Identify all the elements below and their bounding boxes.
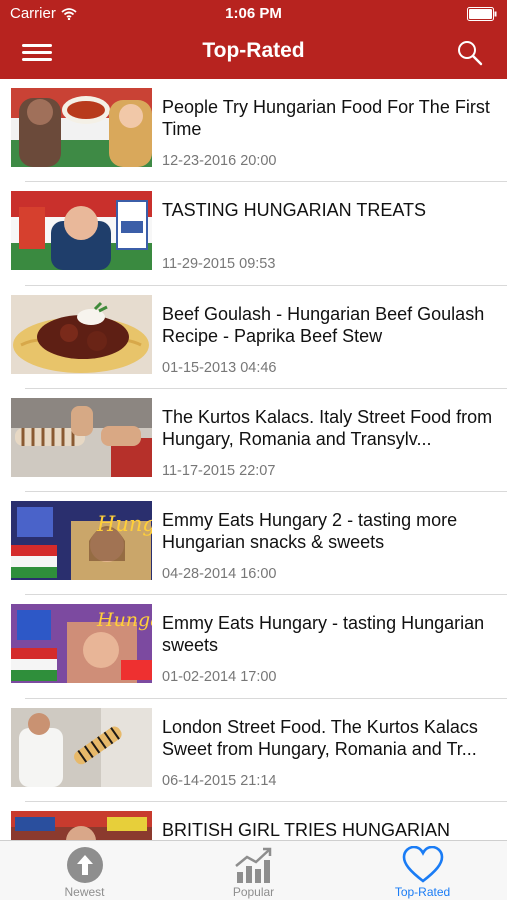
tab-bar: Newest Popular Top-Rated (0, 840, 507, 900)
video-date: 01-15-2013 04:46 (162, 359, 277, 376)
video-row[interactable]: The Kurtos Kalacs. Italy Street Food fro… (0, 389, 507, 493)
status-time: 1:06 PM (225, 5, 282, 22)
tab-label: Newest (64, 885, 105, 899)
video-list[interactable]: People Try Hungarian Food For The First … (0, 79, 507, 840)
video-row[interactable]: Hungary Emmy Eats Hungary - tasting Hung… (0, 595, 507, 699)
video-title[interactable]: Emmy Eats Hungary 2 - tasting more Hunga… (162, 509, 500, 553)
arrow-up-circle-icon (66, 847, 103, 883)
status-bar: Carrier 1:06 PM (0, 0, 507, 28)
tab-label: Top-Rated (394, 885, 451, 899)
video-date: 04-28-2014 16:00 (162, 566, 277, 583)
heart-icon (402, 846, 443, 883)
video-title[interactable]: The Kurtos Kalacs. Italy Street Food fro… (162, 406, 500, 450)
video-row[interactable]: London Street Food. The Kurtos Kalacs Sw… (0, 699, 507, 803)
video-thumbnail[interactable] (11, 88, 152, 167)
video-title[interactable]: People Try Hungarian Food For The First … (162, 96, 500, 140)
video-thumbnail[interactable]: Hungary (11, 604, 152, 684)
video-date: 12-23-2016 20:00 (162, 153, 277, 169)
video-thumbnail[interactable] (11, 707, 152, 787)
thumbnail-caption: Hungary (96, 512, 152, 536)
tab-top-rated[interactable]: Top-Rated (338, 841, 507, 900)
video-row[interactable]: Hungary Emmy Eats Hungary 2 - tasting mo… (0, 492, 507, 596)
video-date: 11-29-2015 09:53 (162, 256, 276, 273)
battery-icon (467, 7, 497, 21)
tab-newest[interactable]: Newest (0, 841, 169, 900)
page-title: Top-Rated (202, 39, 305, 62)
video-row[interactable]: TASTING HUNGARIAN TREATS 11-29-2015 09:5… (0, 182, 507, 286)
video-title[interactable]: London Street Food. The Kurtos Kalacs Sw… (162, 716, 500, 760)
video-thumbnail[interactable]: Hungary (11, 501, 152, 581)
video-thumbnail[interactable] (11, 294, 152, 374)
video-date: 11-17-2015 22:07 (162, 462, 276, 479)
video-title[interactable]: Emmy Eats Hungary - tasting Hungarian sw… (162, 612, 500, 656)
thumbnail-caption: Hungary (96, 609, 152, 631)
tab-label: Popular (232, 885, 275, 899)
search-icon[interactable] (455, 38, 485, 68)
video-thumbnail[interactable] (11, 397, 152, 477)
video-row[interactable]: People Try Hungarian Food For The First … (0, 79, 507, 183)
nav-bar: Top-Rated (0, 28, 507, 79)
video-row[interactable]: Beef Goulash - Hungarian Beef Goulash Re… (0, 286, 507, 389)
video-row[interactable]: BRITISH GIRL TRIES HUNGARIAN (0, 802, 507, 840)
video-thumbnail[interactable] (11, 811, 152, 840)
tab-popular[interactable]: Popular (169, 841, 338, 900)
video-thumbnail[interactable] (11, 191, 152, 271)
video-title[interactable]: Beef Goulash - Hungarian Beef Goulash Re… (162, 303, 500, 347)
video-date: 06-14-2015 21:14 (162, 772, 277, 789)
video-title[interactable]: BRITISH GIRL TRIES HUNGARIAN (162, 819, 500, 840)
video-title[interactable]: TASTING HUNGARIAN TREATS (162, 199, 500, 221)
video-date: 01-02-2014 17:00 (162, 669, 277, 686)
trending-chart-icon (234, 847, 271, 883)
